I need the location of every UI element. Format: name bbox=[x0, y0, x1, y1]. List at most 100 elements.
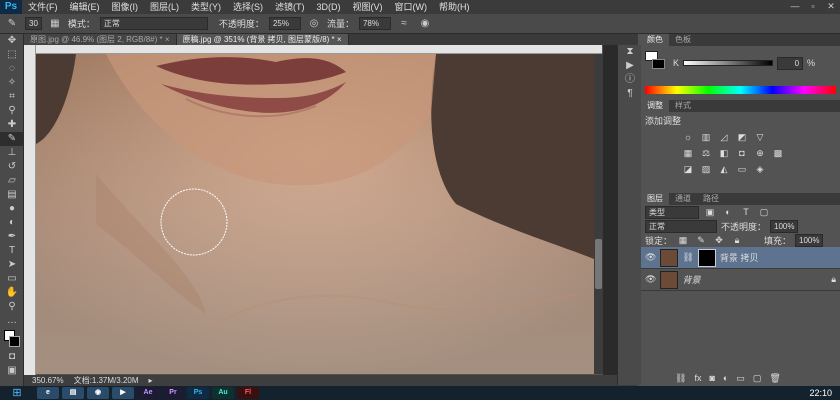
add-mask-icon[interactable]: ◙ bbox=[709, 373, 714, 383]
menu-window[interactable]: 窗口(W) bbox=[389, 0, 434, 14]
scroll-thumb[interactable] bbox=[595, 239, 602, 289]
brightness-icon[interactable]: ☼ bbox=[681, 132, 695, 142]
fill-input[interactable]: 100% bbox=[795, 233, 824, 247]
posterize-icon[interactable]: ▨ bbox=[699, 164, 713, 174]
blur-tool-icon[interactable]: ● bbox=[0, 202, 24, 216]
menu-filter[interactable]: 滤镜(T) bbox=[269, 0, 311, 14]
layer-mask-thumbnail[interactable] bbox=[697, 248, 716, 267]
history-panel-icon[interactable]: ⧗ bbox=[618, 45, 642, 59]
menu-edit[interactable]: 编辑(E) bbox=[64, 0, 106, 14]
lock-pixels-icon[interactable]: ▦ bbox=[676, 235, 690, 245]
brush-size[interactable]: 30 bbox=[25, 17, 42, 30]
color-lookup-icon[interactable]: ▩ bbox=[771, 148, 785, 158]
move-tool-icon[interactable]: ✥ bbox=[0, 34, 24, 48]
path-select-tool-icon[interactable]: ➤ bbox=[0, 258, 24, 272]
quick-mask-icon[interactable]: ◘ bbox=[0, 350, 24, 364]
color-swatches[interactable] bbox=[0, 328, 23, 350]
vertical-scrollbar[interactable] bbox=[594, 54, 603, 374]
k-value[interactable]: 0 bbox=[777, 56, 804, 70]
crop-tool-icon[interactable]: ⌗ bbox=[0, 90, 24, 104]
minimize-button[interactable]: — bbox=[786, 0, 804, 14]
exposure-icon[interactable]: ◩ bbox=[735, 132, 749, 142]
healing-tool-icon[interactable]: ✚ bbox=[0, 118, 24, 132]
screen-mode-icon[interactable]: ▣ bbox=[0, 364, 24, 378]
restore-button[interactable]: ▫ bbox=[804, 0, 822, 14]
gradient-tool-icon[interactable]: ▤ bbox=[0, 188, 24, 202]
channel-mixer-icon[interactable]: ⊕ bbox=[753, 148, 767, 158]
layer-opacity-input[interactable]: 100% bbox=[770, 219, 799, 233]
close-button[interactable]: ✕ bbox=[822, 0, 840, 14]
color-spectrum[interactable] bbox=[645, 86, 836, 94]
taskbar-ie-icon[interactable]: e bbox=[37, 387, 59, 399]
tab-adjustments[interactable]: 调整 bbox=[641, 100, 669, 112]
layer-name[interactable]: 背景 拷贝 bbox=[720, 251, 759, 264]
blend-mode-select[interactable]: 正常 bbox=[645, 219, 717, 233]
status-arrow-icon[interactable]: ▸ bbox=[149, 376, 153, 385]
tab-styles[interactable]: 样式 bbox=[669, 100, 697, 112]
pressure-opacity-icon[interactable]: ◎ bbox=[306, 17, 322, 31]
taskbar-ps-icon[interactable]: Ps bbox=[187, 387, 209, 399]
zoom-level[interactable]: 350.67% bbox=[32, 376, 64, 385]
tab-close-icon[interactable]: × bbox=[165, 35, 170, 44]
invert-icon[interactable]: ◪ bbox=[681, 164, 695, 174]
history-brush-icon[interactable]: ↺ bbox=[0, 160, 24, 174]
pen-tool-icon[interactable]: ✒ bbox=[0, 230, 24, 244]
photo-filter-icon[interactable]: ◘ bbox=[735, 148, 749, 158]
brush-panel-icon[interactable]: ▦ bbox=[47, 17, 63, 31]
fg-bg-swatches[interactable] bbox=[645, 51, 669, 75]
image-canvas[interactable] bbox=[36, 54, 594, 374]
taskbar-chrome-icon[interactable]: ◉ bbox=[87, 387, 109, 399]
fx-button[interactable]: fx bbox=[694, 373, 701, 383]
selective-color-icon[interactable]: ◈ bbox=[753, 164, 767, 174]
pressure-size-icon[interactable]: ◉ bbox=[417, 17, 433, 31]
tab-original[interactable]: 原图.jpg @ 46.9% (图层 2, RGB/8#) * × bbox=[24, 34, 177, 45]
menu-help[interactable]: 帮助(H) bbox=[433, 0, 476, 14]
tab-paths[interactable]: 路径 bbox=[697, 193, 725, 205]
filter-shape-icon[interactable]: ▢ bbox=[757, 207, 771, 217]
menu-view[interactable]: 视图(V) bbox=[347, 0, 389, 14]
menu-file[interactable]: 文件(F) bbox=[22, 0, 64, 14]
brush-tool-icon[interactable]: ✎ bbox=[0, 132, 24, 146]
menu-3d[interactable]: 3D(D) bbox=[311, 0, 347, 14]
filter-kind-select[interactable]: 类型 bbox=[645, 205, 699, 219]
menu-layer[interactable]: 图层(L) bbox=[144, 0, 185, 14]
shape-tool-icon[interactable]: ▭ bbox=[0, 272, 24, 286]
layer-row[interactable]: 👁︎ 背景 🔒︎ bbox=[641, 269, 840, 291]
new-group-icon[interactable]: ▭ bbox=[736, 373, 745, 384]
new-layer-icon[interactable]: ▢ bbox=[753, 373, 762, 384]
actions-panel-icon[interactable]: ▶ bbox=[618, 59, 642, 73]
doc-size[interactable]: 文档:1.37M/3.20M bbox=[74, 375, 139, 386]
lock-all-icon[interactable]: 🔒︎ bbox=[730, 235, 744, 245]
filter-pixel-icon[interactable]: ▣ bbox=[703, 207, 717, 217]
opacity-input[interactable]: 25% bbox=[268, 17, 301, 30]
mode-select[interactable]: 正常 bbox=[99, 17, 208, 30]
info-panel-icon[interactable]: ⓘ bbox=[618, 73, 642, 87]
color-balance-icon[interactable]: ⚖ bbox=[699, 148, 713, 158]
menu-select[interactable]: 选择(S) bbox=[227, 0, 269, 14]
more-tools-icon[interactable]: … bbox=[0, 314, 24, 328]
eye-icon[interactable]: 👁︎ bbox=[645, 252, 656, 263]
layer-row[interactable]: 👁︎ ⛓︎ 背景 拷贝 bbox=[641, 247, 840, 269]
taskbar-au-icon[interactable]: Au bbox=[212, 387, 234, 399]
tab-color[interactable]: 颜色 bbox=[641, 34, 669, 46]
start-button[interactable]: ⊞ bbox=[0, 386, 34, 400]
marquee-tool-icon[interactable]: ⬚ bbox=[0, 48, 24, 62]
gradient-map-icon[interactable]: ▭ bbox=[735, 164, 749, 174]
flow-input[interactable]: 78% bbox=[358, 17, 391, 30]
tab-swatches[interactable]: 色板 bbox=[669, 34, 697, 46]
k-slider[interactable] bbox=[683, 60, 774, 66]
taskbar-ae-icon[interactable]: Ae bbox=[137, 387, 159, 399]
tab-active-doc[interactable]: 原稿.jpg @ 351% (背景 拷贝, 图层蒙版/8) * × bbox=[176, 34, 349, 45]
vibrance-icon[interactable]: ▽ bbox=[753, 132, 767, 142]
brush-preset-icon[interactable]: ✎ bbox=[4, 17, 20, 31]
new-adjustment-icon[interactable]: ◐ bbox=[723, 373, 728, 383]
eraser-tool-icon[interactable]: ▱ bbox=[0, 174, 24, 188]
menu-image[interactable]: 图像(I) bbox=[106, 0, 145, 14]
levels-icon[interactable]: ▥ bbox=[699, 132, 713, 142]
eyedropper-tool-icon[interactable]: ⚲ bbox=[0, 104, 24, 118]
lasso-tool-icon[interactable]: ◌ bbox=[0, 62, 24, 76]
tab-close-icon[interactable]: × bbox=[337, 35, 342, 44]
tab-layers[interactable]: 图层 bbox=[641, 193, 669, 205]
threshold-icon[interactable]: ◭ bbox=[717, 164, 731, 174]
stamp-tool-icon[interactable]: ⊥ bbox=[0, 146, 24, 160]
